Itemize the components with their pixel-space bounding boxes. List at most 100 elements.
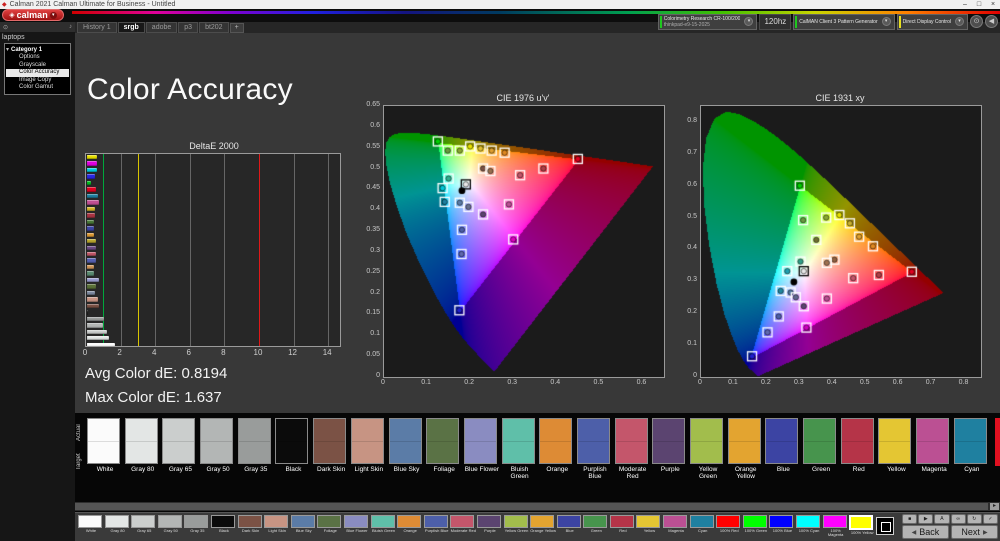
pattern-button-white[interactable]: White xyxy=(78,515,105,537)
pattern-button-bluish-green[interactable]: Bluish Green xyxy=(370,515,398,537)
pattern-label: Yellow xyxy=(643,528,656,533)
pattern-label: 100% Green xyxy=(744,528,768,533)
swatch-scrollbar[interactable]: ▸ xyxy=(75,502,1000,511)
pattern-color xyxy=(503,515,528,528)
tree-collapse-icon[interactable]: ▾ xyxy=(6,47,9,53)
letter-a-icon[interactable]: A xyxy=(934,514,950,524)
chevron-down-icon[interactable]: ▾ xyxy=(744,17,754,26)
swatch-label: White xyxy=(96,466,114,473)
pattern-button-blue[interactable]: Blue xyxy=(556,515,584,537)
next-button[interactable]: Next ▶ xyxy=(951,525,998,539)
tab-bt202[interactable]: bt202 xyxy=(199,22,229,33)
pattern-button-magenta[interactable]: Magenta xyxy=(663,515,690,537)
pattern-color xyxy=(423,515,448,528)
y-tick-label: 0 xyxy=(693,372,697,379)
pattern-button-black[interactable]: Black xyxy=(210,515,238,537)
calman-menu-button[interactable]: ◈ calman ▾ xyxy=(2,9,64,21)
tab-adobe[interactable]: adobe xyxy=(145,22,178,33)
x-tick-label: 0.6 xyxy=(892,379,903,386)
pattern-button-cyan[interactable]: Cyan xyxy=(689,515,717,537)
pattern-button-foliage[interactable]: Foliage xyxy=(317,515,344,537)
pattern-button-gray-65[interactable]: Gray 65 xyxy=(131,515,158,537)
pattern-button-100-red[interactable]: 100% Red xyxy=(716,515,743,537)
swatch-green: Green xyxy=(803,418,841,480)
pattern-button-100-yellow[interactable]: 100% Yellow xyxy=(849,515,876,537)
sidebar-item-color-accuracy[interactable]: Color Accuracy xyxy=(6,69,69,77)
sidebar-item-color-gamut[interactable]: Color Gamut xyxy=(6,84,69,92)
swatch-orange: Orange xyxy=(539,418,577,480)
tab-history-1[interactable]: History 1 xyxy=(77,22,117,33)
pattern-button-gray-80[interactable]: Gray 80 xyxy=(104,515,132,537)
pattern-button-yellow-green[interactable]: Yellow Green xyxy=(503,515,531,537)
deltae-chart: DeltaE 2000 0 2 4 6 8 10 12 14 xyxy=(83,141,343,357)
pattern-button-dark-skin[interactable]: Dark Skin xyxy=(237,515,265,537)
pattern-button-yellow[interactable]: Yellow xyxy=(636,515,663,537)
swatch-label: Light Skin xyxy=(354,466,384,473)
pattern-label: Green xyxy=(590,528,602,533)
swatch-color-bluish-green xyxy=(501,418,535,464)
swatch-light-skin: Light Skin xyxy=(350,418,389,480)
pattern-button-100-blue[interactable]: 100% Blue xyxy=(769,515,796,537)
target-icon[interactable]: ⊙ xyxy=(3,24,8,31)
pattern-button-gray-35[interactable]: Gray 35 xyxy=(184,515,211,537)
sidebar-item-grayscale[interactable]: Grayscale xyxy=(6,62,69,70)
swatch-color-red xyxy=(840,418,874,464)
sidebar-item-options[interactable]: Options xyxy=(6,54,69,62)
deltae-bar-purple xyxy=(87,245,96,250)
repeat-icon[interactable]: ↻ xyxy=(966,514,982,524)
swatch-color-purple xyxy=(652,418,686,464)
pattern-button-orange[interactable]: Orange xyxy=(397,515,424,537)
swatch-magenta: Magenta xyxy=(916,418,954,480)
calman-logo-text: calman xyxy=(16,10,48,20)
pattern-generator-dropdown[interactable]: CalMAN Client 3 Pattern Generator ▾ xyxy=(793,13,895,30)
pattern-button-moderate-red[interactable]: Moderate Red xyxy=(450,515,477,537)
pattern-button-purple[interactable]: Purple xyxy=(476,515,504,537)
pattern-button-100-cyan[interactable]: 100% Cyan xyxy=(796,515,823,537)
tab-srgb[interactable]: srgb xyxy=(117,22,145,33)
display-control-dropdown[interactable]: Direct Display Control ▾ xyxy=(896,13,968,30)
pattern-button-100-magenta[interactable]: 100% Magenta xyxy=(822,515,850,537)
meter-dropdown[interactable]: Colorimetry Research CR-100/200 thinkpad… xyxy=(657,13,758,30)
close-button[interactable]: × xyxy=(986,1,1000,8)
tree-category[interactable]: ▾ Category 1 xyxy=(6,46,69,54)
pattern-button-100-green[interactable]: 100% Green xyxy=(742,515,770,537)
pattern-button-blue-sky[interactable]: Blue Sky xyxy=(290,515,318,537)
pattern-label: Dark Skin xyxy=(241,528,260,533)
pattern-button-light-skin[interactable]: Light Skin xyxy=(264,515,291,537)
pattern-button-gray-50[interactable]: Gray 50 xyxy=(157,515,185,537)
scrollbar-thumb[interactable] xyxy=(75,503,988,510)
collapse-panel-button[interactable]: ◀ xyxy=(985,15,998,28)
swatch-gray-65: Gray 65 xyxy=(162,418,200,480)
tab-p3[interactable]: p3 xyxy=(178,22,199,33)
pattern-button-green[interactable]: Green xyxy=(583,515,610,537)
pattern-button-red[interactable]: Red xyxy=(609,515,637,537)
pattern-button-orange-yellow[interactable]: Orange Yellow xyxy=(530,515,557,537)
pattern-label: Blue Flower xyxy=(346,528,368,533)
x-tick-label: 0.5 xyxy=(593,379,604,386)
x-tick-label: 0.3 xyxy=(793,379,804,386)
chevron-down-icon[interactable]: ▾ xyxy=(881,17,891,26)
x-tick-label: 10 xyxy=(253,348,263,357)
sidebar-item-image-copy[interactable]: Image Copy xyxy=(6,77,69,85)
scroll-right-icon[interactable]: ▸ xyxy=(990,503,999,510)
play-icon[interactable]: ▶ xyxy=(918,514,934,524)
pattern-swatch-row: White Gray 80 Gray 65 Gray 50 Gray 35 Black Da… xyxy=(78,515,876,537)
swatch-row: White Gray 80 Gray 65 Gray 50 Gray 35 Black Da… xyxy=(87,418,992,480)
swatch-color-yellow-green xyxy=(690,418,723,464)
minimize-button[interactable]: – xyxy=(958,1,972,8)
check-icon[interactable]: ✓ xyxy=(982,514,999,524)
swatch-foliage: Foliage xyxy=(426,418,464,480)
pattern-button-purplish-blue[interactable]: Purplish Blue xyxy=(423,515,451,537)
volume-icon[interactable]: ♪ xyxy=(69,24,72,30)
pattern-button-blue-flower[interactable]: Blue Flower xyxy=(343,515,371,537)
swatch-label: Purplish Blue xyxy=(583,466,607,480)
infinity-icon[interactable]: ∞ xyxy=(950,514,966,524)
maximize-button[interactable]: □ xyxy=(972,1,986,8)
custom-pattern-button[interactable] xyxy=(876,517,894,535)
back-button[interactable]: ◀ Back xyxy=(902,525,949,539)
chevron-down-icon[interactable]: ▾ xyxy=(955,17,964,26)
settings-round-button[interactable]: ⊙ xyxy=(970,15,983,28)
x-tick-label: 0.2 xyxy=(761,379,771,386)
stop-icon[interactable]: ■ xyxy=(902,514,918,524)
add-tab-button[interactable]: + xyxy=(229,22,244,33)
